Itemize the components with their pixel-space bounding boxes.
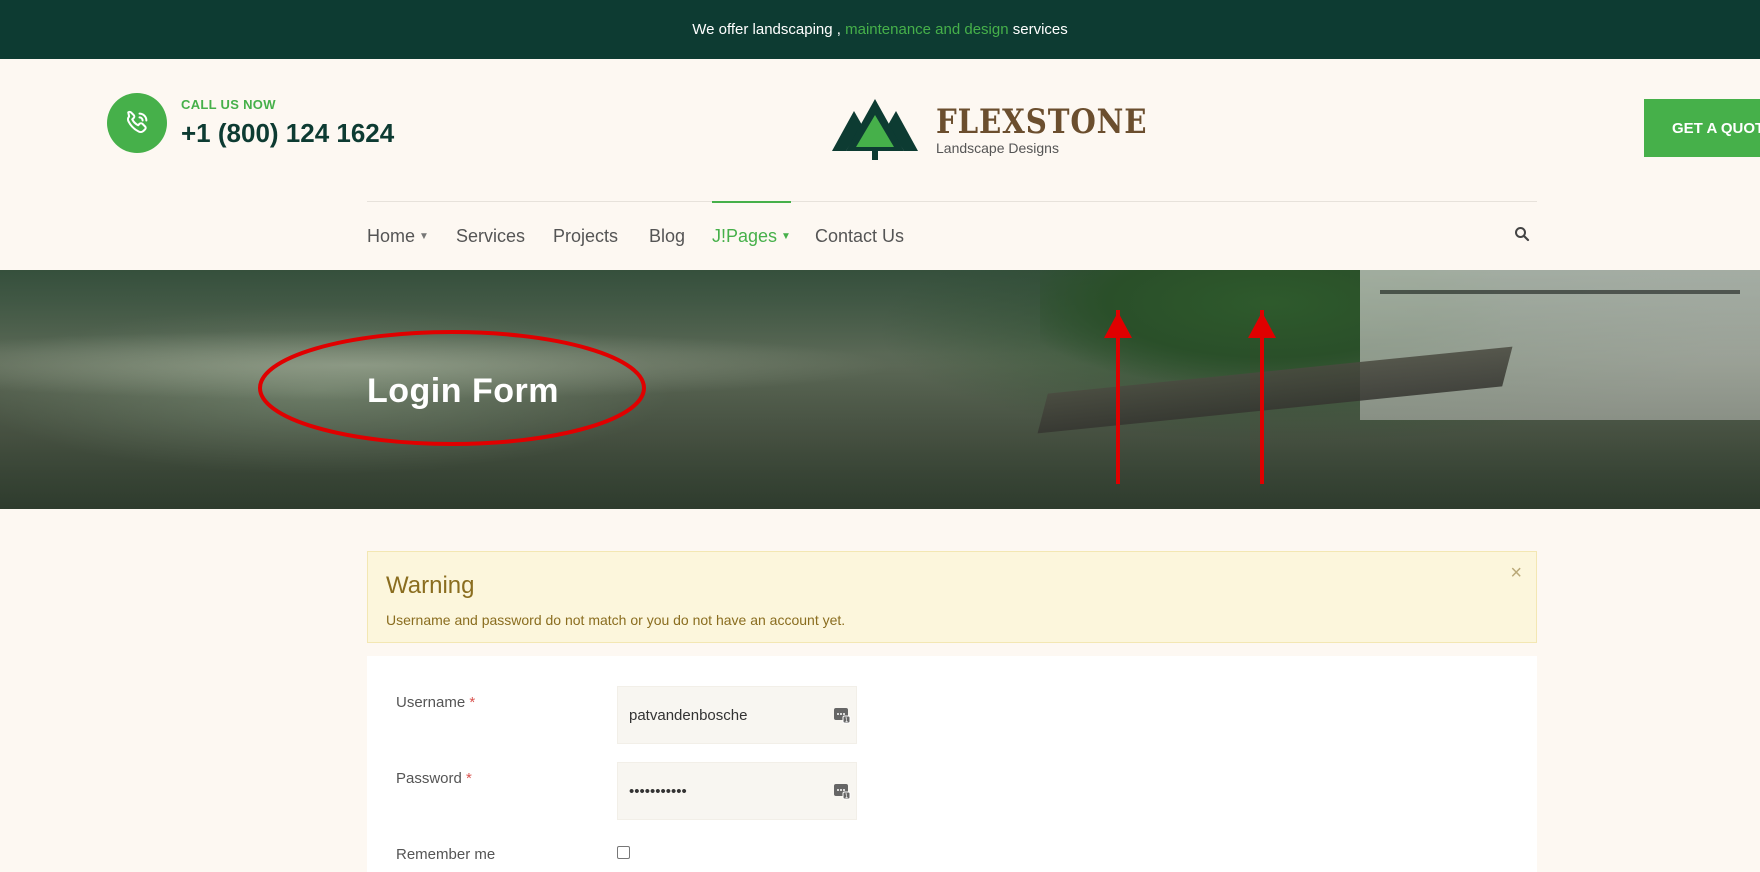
- nav-label: Blog: [649, 225, 686, 246]
- warning-alert: Warning Username and password do not mat…: [367, 551, 1537, 643]
- announcement-highlight[interactable]: maintenance and design: [845, 21, 1008, 38]
- phone-number[interactable]: +1 (800) 124 1624: [181, 118, 394, 149]
- nav-item-jpages[interactable]: J!Pages ▼: [712, 201, 791, 269]
- top-announcement-bar: We offer landscaping , maintenance and d…: [0, 0, 1760, 59]
- logo-name: FLEXSTONE: [936, 102, 1148, 142]
- close-icon[interactable]: ×: [1510, 562, 1522, 585]
- alert-message: Username and password do not match or yo…: [386, 612, 846, 628]
- logo-trees-icon: [832, 99, 918, 160]
- caret-down-icon: ▼: [781, 230, 791, 242]
- password-label: Password *: [396, 770, 472, 787]
- alert-heading: Warning: [386, 572, 475, 599]
- nav-label: Projects: [553, 225, 619, 246]
- nav-label: Home: [367, 225, 416, 246]
- password-manager-icon[interactable]: 1: [833, 706, 851, 724]
- logo-subtitle: Landscape Designs: [936, 140, 1059, 156]
- caret-down-icon: ▼: [419, 230, 429, 242]
- search-icon[interactable]: [1514, 226, 1530, 242]
- nav-item-home[interactable]: Home ▼: [367, 202, 429, 270]
- call-us-label: CALL US NOW: [181, 97, 276, 112]
- annotation-ellipse: [258, 330, 646, 446]
- phone-icon[interactable]: [107, 93, 167, 153]
- annotation-arrowhead-1: [1104, 312, 1132, 338]
- login-form: Username * 1 Password * 1 Remember me: [367, 656, 1537, 872]
- announcement-suffix: services: [1012, 21, 1068, 38]
- username-label: Username *: [396, 694, 476, 711]
- site-logo[interactable]: FLEXSTONE Landscape Designs: [830, 97, 1182, 161]
- svg-text:1: 1: [845, 717, 849, 724]
- site-header: CALL US NOW +1 (800) 124 1624 FLEXSTONE …: [0, 59, 1760, 270]
- nav-label: Services: [456, 225, 526, 246]
- get-a-quote-button[interactable]: GET A QUOTE: [1644, 99, 1760, 157]
- required-mark: *: [469, 694, 476, 711]
- nav-item-projects[interactable]: Projects: [553, 202, 618, 270]
- nav-item-services[interactable]: Services: [456, 202, 525, 270]
- page-hero-banner: Login Form: [0, 270, 1760, 509]
- nav-label: J!Pages: [712, 225, 778, 246]
- username-field[interactable]: [617, 686, 857, 744]
- nav-label: Contact Us: [815, 225, 905, 246]
- announcement-prefix: We offer landscaping ,: [692, 21, 841, 38]
- remember-me-checkbox[interactable]: [617, 846, 630, 859]
- call-us-block: CALL US NOW +1 (800) 124 1624: [107, 93, 394, 153]
- svg-text:1: 1: [845, 793, 849, 800]
- annotation-arrowhead-2: [1248, 312, 1276, 338]
- password-manager-icon[interactable]: 1: [833, 782, 851, 800]
- remember-me-label: Remember me: [396, 846, 496, 863]
- red-annotation-overlay: [258, 310, 1276, 484]
- main-navigation: Home ▼ Services Projects Blog J!Pages ▼ Co…: [367, 201, 1537, 270]
- nav-item-blog[interactable]: Blog: [649, 202, 685, 270]
- password-field[interactable]: [617, 762, 857, 820]
- required-mark: *: [466, 770, 472, 787]
- nav-item-contact-us[interactable]: Contact Us: [815, 202, 904, 270]
